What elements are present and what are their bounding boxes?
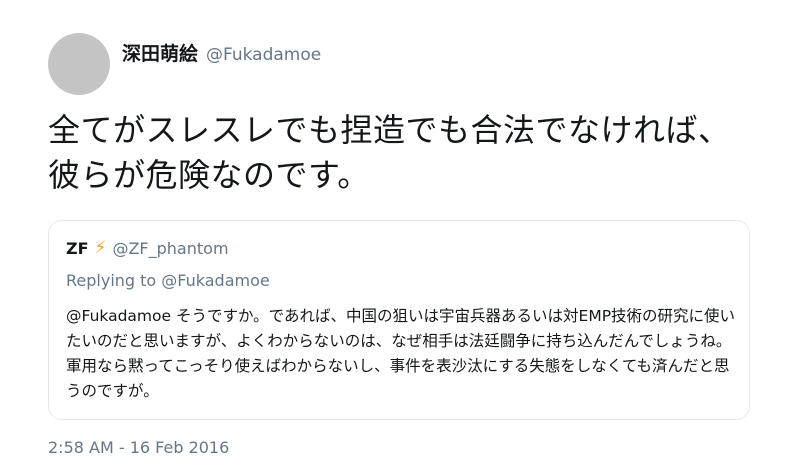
tweet-author: 深田萌絵 @Fukadamoe: [122, 39, 321, 66]
quoted-tweet[interactable]: ZF ⚡ @ZF_phantom Replying to @Fukadamoe …: [48, 220, 750, 420]
author-handle[interactable]: @Fukadamoe: [206, 45, 321, 65]
replying-to-label: Replying to: [66, 271, 162, 290]
author-display-name[interactable]: 深田萌絵: [122, 39, 198, 66]
replying-to-line: Replying to @Fukadamoe: [66, 271, 270, 290]
quoted-tweet-text: @Fukadamoe そうですか。であれば、中国の狙いは宇宙兵器あるいは対EMP…: [66, 304, 741, 404]
avatar[interactable]: [48, 33, 110, 95]
lightning-bolt-icon: ⚡: [94, 238, 107, 258]
quoted-author-handle: @ZF_phantom: [112, 239, 229, 258]
mention-link[interactable]: @Fukadamoe: [66, 307, 171, 325]
replying-to-link[interactable]: @Fukadamoe: [161, 271, 269, 290]
tweet-timestamp[interactable]: 2:58 AM - 16 Feb 2016: [48, 438, 229, 457]
quoted-author-name: ZF: [66, 239, 89, 258]
tweet-text: 全てがスレスレでも捏造でも合法でなければ、彼らが危険なのです。: [48, 111, 731, 194]
tweet-card: 深田萌絵 @Fukadamoe 全てがスレスレでも捏造でも合法でなければ、彼らが…: [0, 0, 800, 471]
quoted-tweet-header: ZF ⚡ @ZF_phantom: [66, 239, 229, 258]
